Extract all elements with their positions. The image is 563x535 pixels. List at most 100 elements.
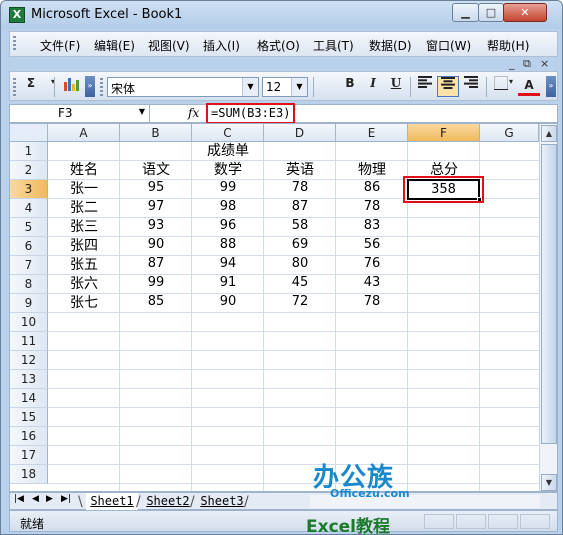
cell-math[interactable]: 99 [192,180,264,199]
cell-english[interactable]: 72 [264,294,336,313]
toolbar-options-chevron[interactable]: » [85,76,95,97]
tab-sheet1[interactable]: Sheet1 [86,493,138,510]
cell-name[interactable]: 张六 [48,275,120,294]
menu-help[interactable]: 帮助(H) [487,37,529,54]
cell-physics[interactable]: 78 [336,199,408,218]
menu-edit[interactable]: 编辑(E) [94,37,135,54]
column-header-a[interactable]: A [48,124,120,142]
cell-math[interactable]: 96 [192,218,264,237]
align-right-button[interactable] [460,76,482,97]
cell-name[interactable]: 张七 [48,294,120,313]
prev-sheet-button[interactable]: ◀ [32,494,39,504]
row-header-7[interactable]: 7 [10,256,48,275]
cell-c2-header[interactable]: 数学 [192,161,264,180]
scroll-down-button[interactable]: ▼ [541,474,557,491]
chevron-down-icon[interactable]: ▼ [242,78,258,96]
cell-physics[interactable]: 43 [336,275,408,294]
cell-name[interactable]: 张五 [48,256,120,275]
row-header-2[interactable]: 2 [10,161,48,180]
cell-physics[interactable]: 83 [336,218,408,237]
row-header-18[interactable]: 18 [10,465,48,484]
mdi-close-button[interactable]: × [540,57,549,70]
formula-input[interactable]: =SUM(B3:E3) [206,103,296,124]
vertical-scrollbar[interactable]: ▲ ▼ [539,124,557,491]
cell-english[interactable]: 78 [264,180,336,199]
menu-tools[interactable]: 工具(T) [313,37,354,54]
row-header-11[interactable]: 11 [10,332,48,351]
first-sheet-button[interactable]: |◀ [14,494,24,504]
row-header-6[interactable]: 6 [10,237,48,256]
cell-physics[interactable]: 76 [336,256,408,275]
bold-button[interactable]: B [339,76,361,97]
underline-button[interactable]: U [385,76,407,97]
cell-physics[interactable]: 56 [336,237,408,256]
column-header-g[interactable]: G [480,124,539,142]
row-header-13[interactable]: 13 [10,370,48,389]
toolbar-grip-handle-2[interactable] [100,78,103,96]
cell-math[interactable]: 88 [192,237,264,256]
tab-sheet2[interactable]: Sheet2 [142,493,194,510]
cell-chinese[interactable]: 85 [120,294,192,313]
toolbar-grip-handle[interactable] [13,78,16,96]
toolbar-options-chevron-2[interactable]: » [546,76,556,97]
align-left-button[interactable] [414,76,436,97]
row-header-5[interactable]: 5 [10,218,48,237]
column-header-d[interactable]: D [264,124,336,142]
row-header-8[interactable]: 8 [10,275,48,294]
align-center-button[interactable] [437,76,459,97]
cell-name[interactable]: 张三 [48,218,120,237]
row-header-15[interactable]: 15 [10,408,48,427]
menu-data[interactable]: 数据(D) [369,37,412,54]
column-header-b[interactable]: B [120,124,192,142]
insert-function-icon[interactable]: fx [188,106,199,120]
column-header-f[interactable]: F [408,124,480,142]
cell-physics[interactable]: 78 [336,294,408,313]
italic-button[interactable]: I [362,76,384,97]
menu-window[interactable]: 窗口(W) [426,37,471,54]
name-box[interactable]: F3 ▼ [10,105,150,122]
cell-english[interactable]: 45 [264,275,336,294]
row-header-12[interactable]: 12 [10,351,48,370]
row-header-4[interactable]: 4 [10,199,48,218]
cell-b2-header[interactable]: 语文 [120,161,192,180]
cell-chinese[interactable]: 95 [120,180,192,199]
menu-view[interactable]: 视图(V) [148,37,190,54]
row-header-14[interactable]: 14 [10,389,48,408]
cell-d2-header[interactable]: 英语 [264,161,336,180]
row-header-10[interactable]: 10 [10,313,48,332]
cell-chinese[interactable]: 99 [120,275,192,294]
mdi-minimize-button[interactable]: _ [509,57,515,70]
cell-e2-header[interactable]: 物理 [336,161,408,180]
tab-sheet3[interactable]: Sheet3 [196,493,248,510]
cell-name[interactable]: 张四 [48,237,120,256]
font-color-button[interactable]: A [518,76,540,96]
menu-format[interactable]: 格式(O) [257,37,300,54]
row-header-1[interactable]: 1 [10,142,48,161]
cell-c1-title[interactable]: 成绩单 [192,142,264,161]
cell-a2-header[interactable]: 姓名 [48,161,120,180]
autosum-button[interactable]: Σ [20,76,42,97]
menu-insert[interactable]: 插入(I) [203,37,240,54]
menu-grip-handle[interactable] [13,36,16,52]
minimize-button[interactable]: ▁ [452,3,479,22]
cell-name[interactable]: 张一 [48,180,120,199]
cell-english[interactable]: 87 [264,199,336,218]
chart-wizard-button[interactable] [60,76,82,97]
next-sheet-button[interactable]: ▶ [46,494,53,504]
excel-icon[interactable]: X [9,7,25,23]
cell-chinese[interactable]: 87 [120,256,192,275]
borders-dropdown[interactable]: ▾ [506,76,516,97]
cell-math[interactable]: 94 [192,256,264,275]
cell-chinese[interactable]: 90 [120,237,192,256]
cell-english[interactable]: 69 [264,237,336,256]
cell-chinese[interactable]: 97 [120,199,192,218]
menu-file[interactable]: 文件(F) [40,37,80,54]
font-size-combo[interactable]: 12 ▼ [262,77,308,97]
cell-chinese[interactable]: 93 [120,218,192,237]
cell-english[interactable]: 80 [264,256,336,275]
scroll-thumb[interactable] [541,144,557,444]
font-name-combo[interactable]: 宋体 ▼ [107,77,259,97]
close-button[interactable]: ✕ [503,3,547,22]
row-header-17[interactable]: 17 [10,446,48,465]
cell-english[interactable]: 58 [264,218,336,237]
